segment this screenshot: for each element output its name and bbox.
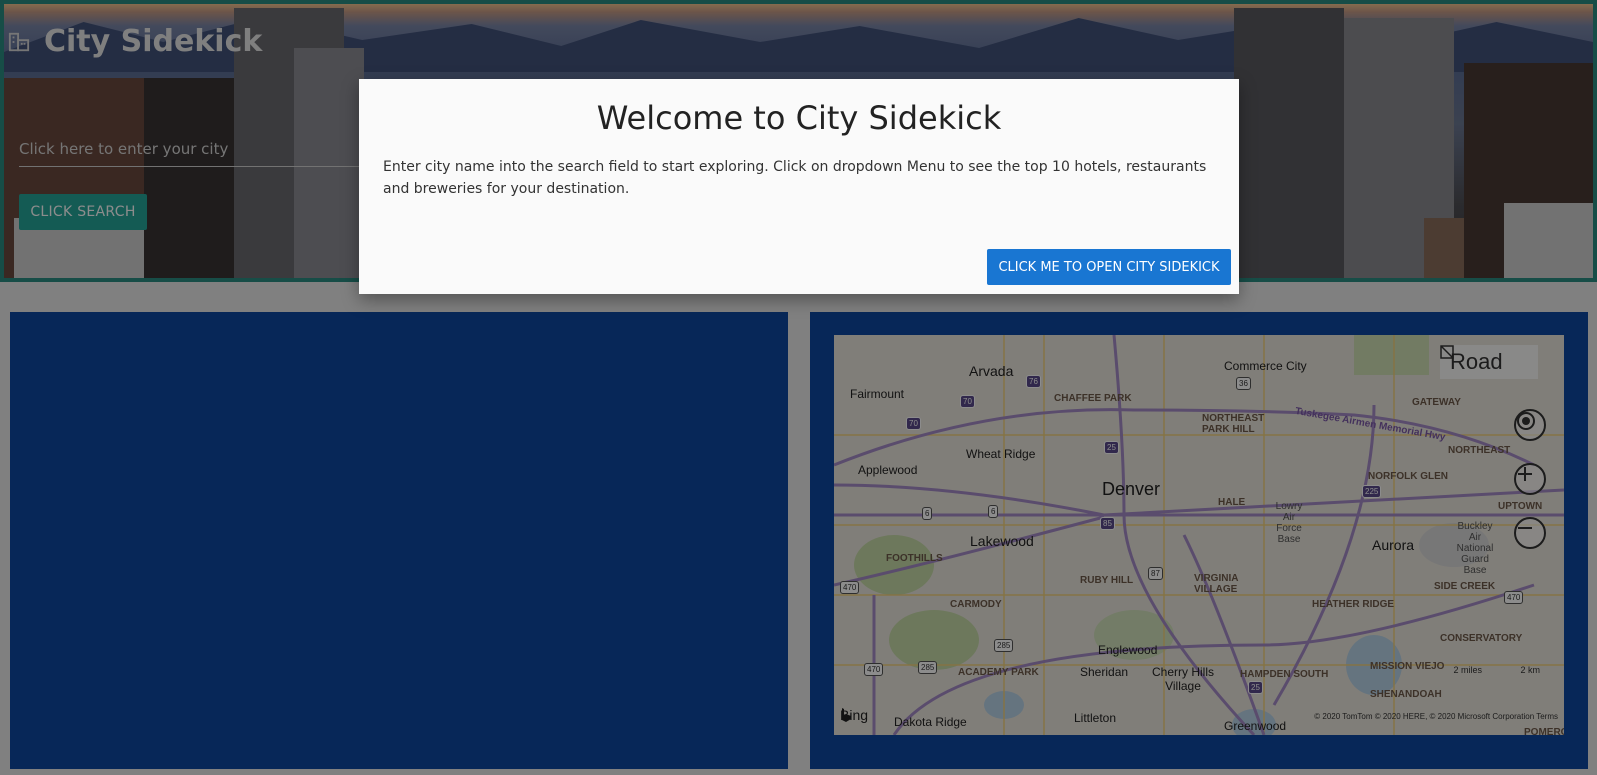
modal-body: Enter city name into the search field to…	[383, 159, 1207, 197]
welcome-modal: Welcome to City Sidekick Enter city name…	[359, 79, 1239, 294]
modal-title: Welcome to City Sidekick	[596, 99, 1002, 137]
open-city-sidekick-button[interactable]: CLICK ME TO OPEN CITY SIDEKICK	[987, 249, 1231, 285]
